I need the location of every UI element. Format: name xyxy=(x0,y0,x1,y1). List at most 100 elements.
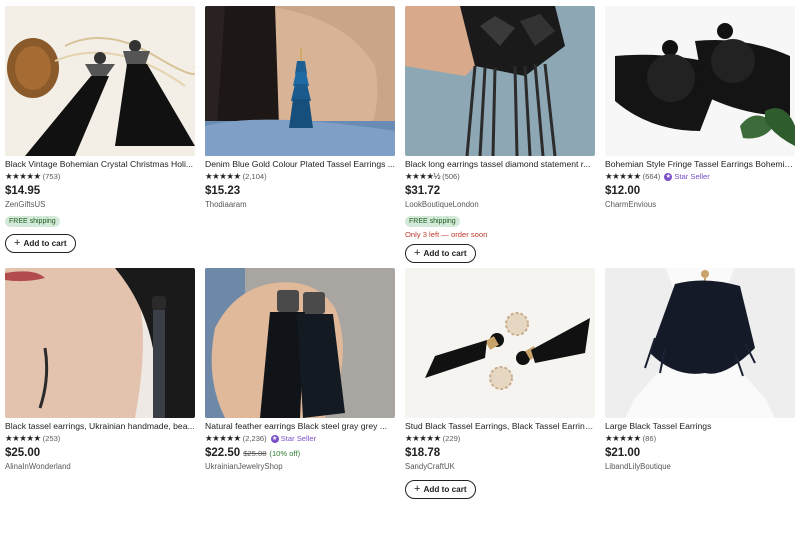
product-price: $21.00 xyxy=(605,447,641,459)
review-count: (506) xyxy=(442,172,460,181)
product-price: $31.72 xyxy=(405,185,441,197)
price-row: $18.78 xyxy=(405,447,595,461)
product-price: $15.23 xyxy=(205,185,241,197)
review-count: (753) xyxy=(42,172,61,181)
review-count: (86) xyxy=(642,434,657,443)
product-card[interactable]: Black long earrings tassel diamond state… xyxy=(405,6,595,263)
add-to-cart-label: Add to cart xyxy=(423,485,467,494)
price-row: $15.23 xyxy=(205,185,395,199)
star-seller-badge: ★ Star Seller xyxy=(664,171,710,182)
product-image[interactable] xyxy=(5,268,195,418)
product-photo-fringe-fan xyxy=(605,6,795,156)
product-photo-feather-tassel xyxy=(205,268,395,418)
product-title[interactable]: Natural feather earrings Black steel gra… xyxy=(205,421,395,432)
product-card[interactable]: Stud Black Tassel Earrings, Black Tassel… xyxy=(405,268,595,499)
plus-icon: + xyxy=(414,483,421,495)
free-shipping-badge: FREE shipping xyxy=(5,216,60,227)
product-image[interactable] xyxy=(405,268,595,418)
star-seller-label: Star Seller xyxy=(280,434,317,443)
low-stock-warning: Only 3 left — order soon xyxy=(405,230,488,239)
product-photo-denim-tassel xyxy=(205,6,395,156)
shop-name[interactable]: UkrainianJewelryShop xyxy=(205,462,395,472)
product-price: $25.00 xyxy=(5,447,41,459)
add-to-cart-button[interactable]: + Add to cart xyxy=(405,480,476,499)
product-card[interactable]: Natural feather earrings Black steel gra… xyxy=(205,268,395,472)
price-row: $22.50 $25.00 (10% off) xyxy=(205,447,395,461)
product-photo-stud-tassel xyxy=(405,268,595,418)
star-rating-icon: ★★★★★ xyxy=(605,433,641,443)
product-title[interactable]: Black tassel earrings, Ukrainian handmad… xyxy=(5,421,195,432)
star-rating-icon: ★★★★★ xyxy=(5,171,41,181)
product-image[interactable] xyxy=(405,6,595,156)
shop-name[interactable]: Thodiaaram xyxy=(205,200,395,210)
review-count: (229) xyxy=(442,434,461,443)
product-rating: ★★★★★ (2,104) xyxy=(205,171,395,182)
price-row: $14.95 xyxy=(5,185,195,199)
product-image[interactable] xyxy=(605,6,795,156)
product-price: $12.00 xyxy=(605,185,641,197)
star-rating-icon: ★★★★½ xyxy=(405,171,441,181)
product-rating: ★★★★★ (229) xyxy=(405,433,595,444)
product-title[interactable]: Black Vintage Bohemian Crystal Christmas… xyxy=(5,159,195,170)
product-photo-crystal-tassel xyxy=(5,6,195,156)
price-row: $12.00 xyxy=(605,185,795,199)
product-title[interactable]: Large Black Tassel Earrings xyxy=(605,421,795,432)
shop-name[interactable]: SandyCraftUK xyxy=(405,462,595,472)
product-rating: ★★★★★ (2,236) ★ Star Seller xyxy=(205,433,395,444)
product-photo-large-tassel xyxy=(605,268,795,418)
star-seller-badge: ★ Star Seller xyxy=(270,433,317,444)
original-price: $25.00 xyxy=(243,449,267,458)
product-image[interactable] xyxy=(5,6,195,156)
product-rating: ★★★★½ (506) xyxy=(405,171,595,182)
price-row: $31.72 xyxy=(405,185,595,199)
price-row: $21.00 xyxy=(605,447,795,461)
review-count: (253) xyxy=(42,434,61,443)
shop-name[interactable]: LibandLilyBoutique xyxy=(605,462,795,472)
add-to-cart-label: Add to cart xyxy=(423,249,467,258)
add-to-cart-button[interactable]: + Add to cart xyxy=(5,234,76,253)
shop-name[interactable]: LookBoutiqueLondon xyxy=(405,200,595,210)
plus-icon: + xyxy=(14,237,21,249)
star-seller-label: Star Seller xyxy=(674,172,710,181)
shop-name[interactable]: ZenGiftsUS xyxy=(5,200,195,210)
star-rating-icon: ★★★★★ xyxy=(405,433,441,443)
product-price: $18.78 xyxy=(405,447,441,459)
add-to-cart-label: Add to cart xyxy=(23,239,67,248)
product-rating: ★★★★★ (664) ★ Star Seller xyxy=(605,171,795,182)
plus-icon: + xyxy=(414,247,421,259)
star-rating-icon: ★★★★★ xyxy=(205,171,241,181)
product-image[interactable] xyxy=(605,268,795,418)
product-photo-ukrainian-tassel xyxy=(5,268,195,418)
review-count: (664) xyxy=(642,172,661,181)
product-rating: ★★★★★ (253) xyxy=(5,433,195,444)
product-rating: ★★★★★ (753) xyxy=(5,171,195,182)
product-card[interactable]: Black tassel earrings, Ukrainian handmad… xyxy=(5,268,195,472)
star-rating-icon: ★★★★★ xyxy=(605,171,641,181)
product-title[interactable]: Denim Blue Gold Colour Plated Tassel Ear… xyxy=(205,159,395,170)
product-image[interactable] xyxy=(205,6,395,156)
product-price: $22.50 xyxy=(205,447,241,459)
product-card[interactable]: Denim Blue Gold Colour Plated Tassel Ear… xyxy=(205,6,395,210)
discount-percent: (10% off) xyxy=(269,449,301,458)
product-image[interactable] xyxy=(205,268,395,418)
star-rating-icon: ★★★★★ xyxy=(5,433,41,443)
star-rating-icon: ★★★★★ xyxy=(205,433,241,443)
shop-name[interactable]: AlinaInWonderland xyxy=(5,462,195,472)
product-title[interactable]: Stud Black Tassel Earrings, Black Tassel… xyxy=(405,421,595,432)
review-count: (2,236) xyxy=(242,434,267,443)
review-count: (2,104) xyxy=(242,172,267,181)
shop-name[interactable]: CharmEnvious xyxy=(605,200,795,210)
product-photo-diamond-tassel xyxy=(405,6,595,156)
product-price: $14.95 xyxy=(5,185,41,197)
star-seller-icon: ★ xyxy=(270,434,279,443)
product-title[interactable]: Black long earrings tassel diamond state… xyxy=(405,159,595,170)
product-card[interactable]: Bohemian Style Fringe Tassel Earrings Bo… xyxy=(605,6,795,210)
star-seller-icon: ★ xyxy=(664,172,673,181)
product-card[interactable]: Black Vintage Bohemian Crystal Christmas… xyxy=(5,6,195,253)
price-row: $25.00 xyxy=(5,447,195,461)
product-card[interactable]: Large Black Tassel Earrings ★★★★★ (86) $… xyxy=(605,268,795,472)
product-rating: ★★★★★ (86) xyxy=(605,433,795,444)
free-shipping-badge: FREE shipping xyxy=(405,216,460,227)
product-title[interactable]: Bohemian Style Fringe Tassel Earrings Bo… xyxy=(605,159,795,170)
add-to-cart-button[interactable]: + Add to cart xyxy=(405,244,476,263)
